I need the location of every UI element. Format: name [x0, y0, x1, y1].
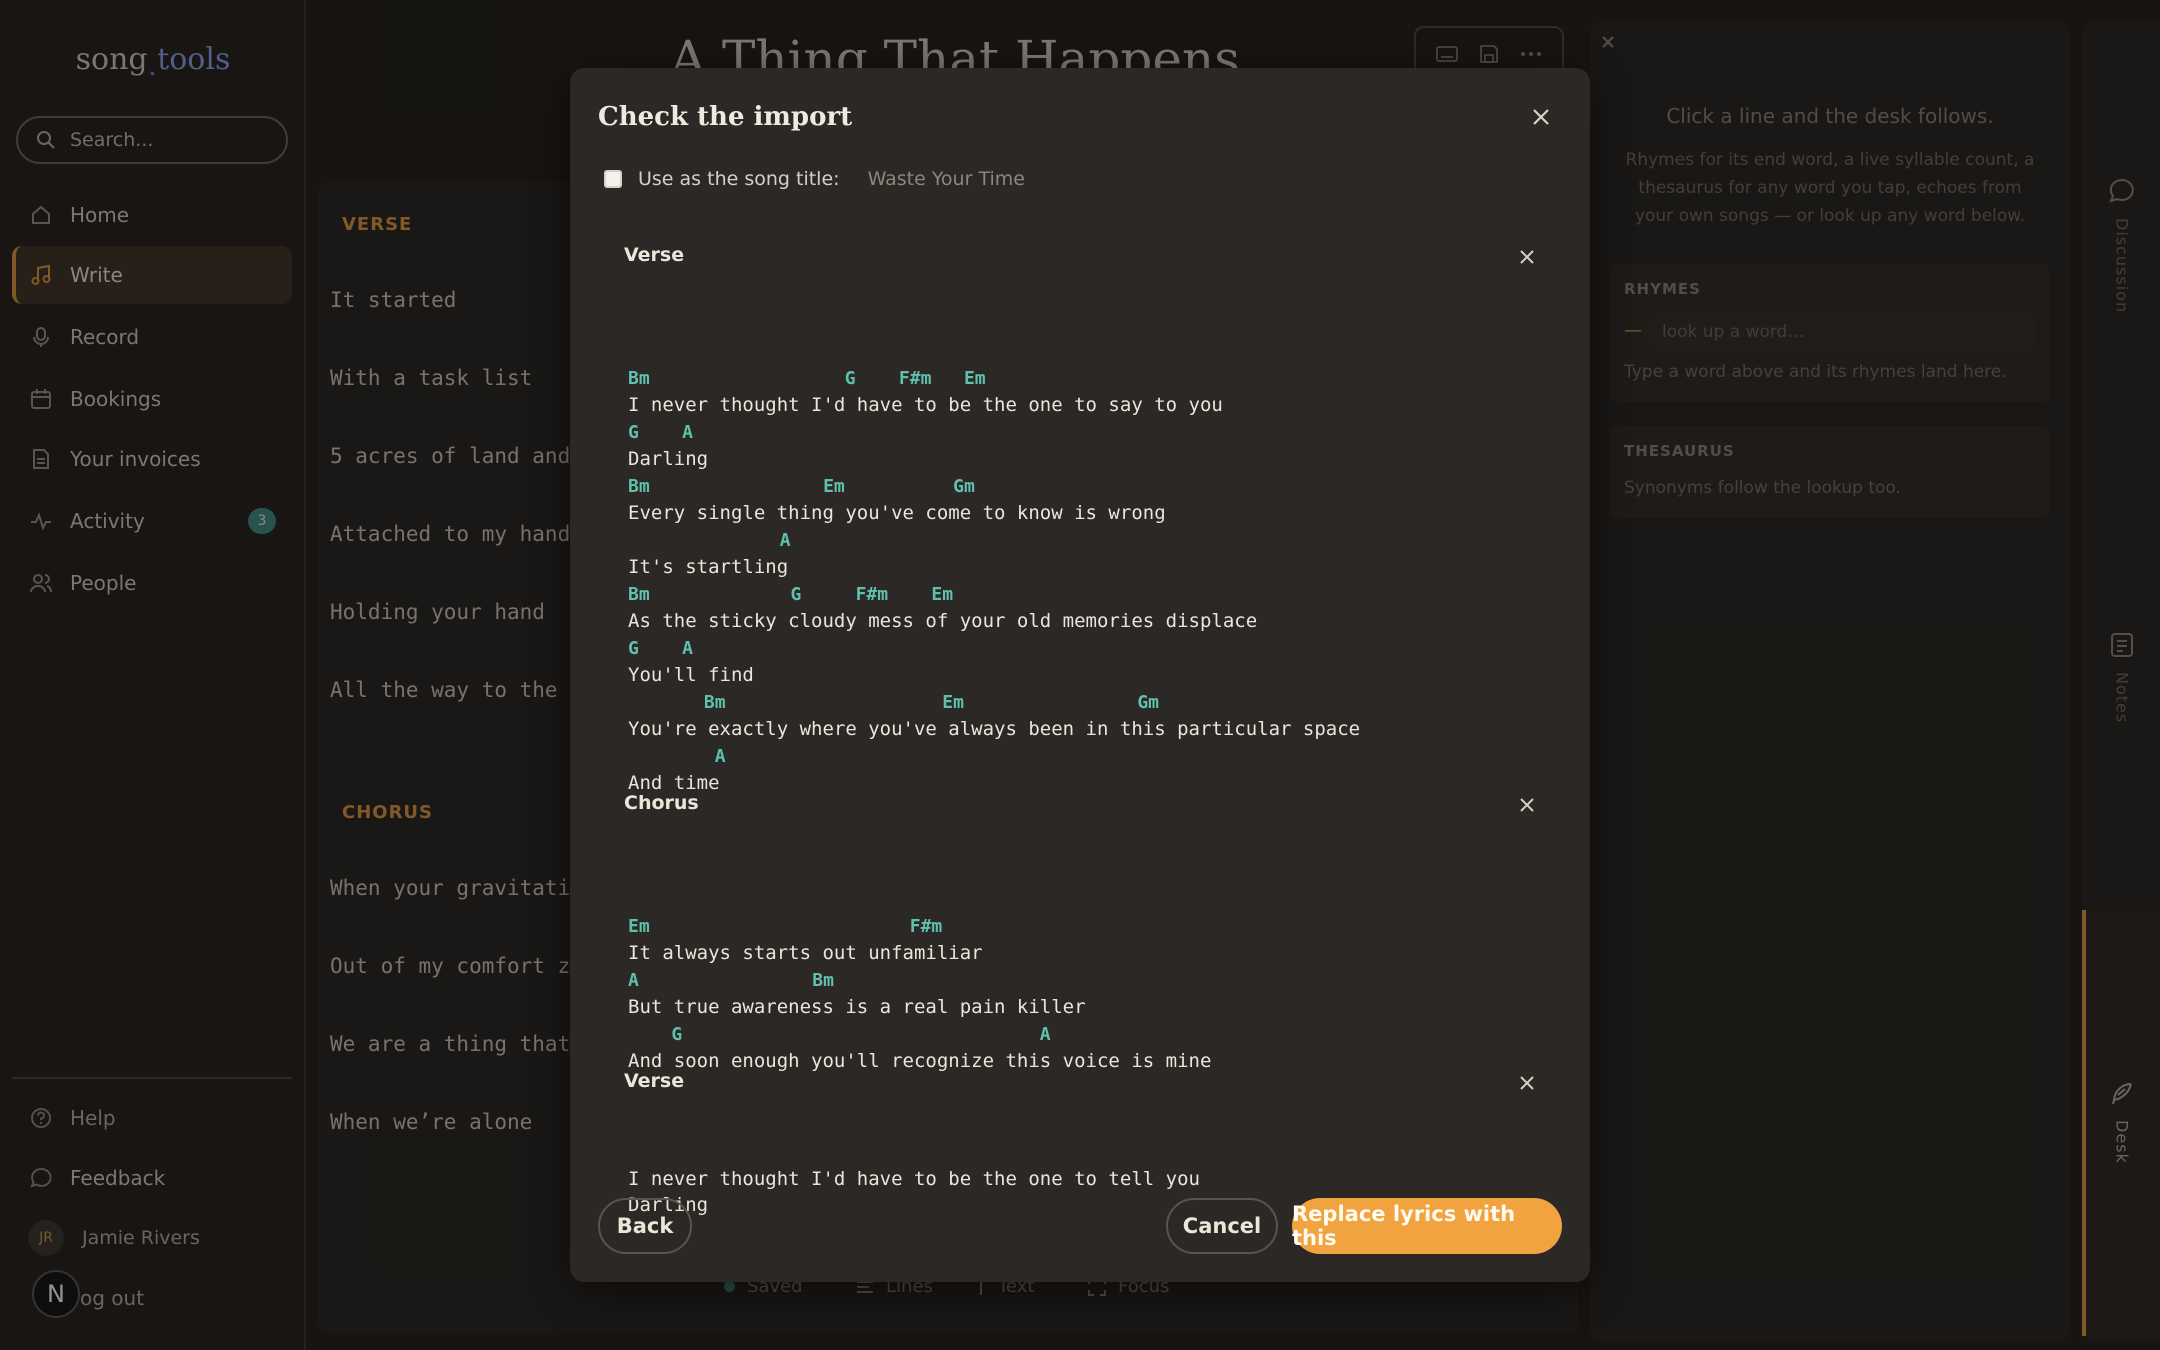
- lyric-line: Darling: [628, 448, 709, 470]
- chord-line: A: [628, 746, 726, 767]
- replace-lyrics-button[interactable]: Replace lyrics with this: [1292, 1198, 1562, 1254]
- lyric-line: You're exactly where you've always been …: [628, 718, 1361, 740]
- cancel-button[interactable]: Cancel: [1166, 1198, 1278, 1254]
- lyric-line: As the sticky cloudy mess of your old me…: [628, 610, 1258, 632]
- chord-line: Bm Em Gm: [628, 476, 975, 497]
- chord-line: G A: [628, 1024, 1051, 1045]
- chord-line: A: [628, 530, 791, 551]
- chord-line: Bm G F#m Em: [628, 584, 954, 605]
- chord-line: Em F#m: [628, 916, 943, 937]
- section-name: Verse: [624, 244, 685, 266]
- remove-section-button[interactable]: [1514, 244, 1540, 270]
- lyric-line: I never thought I'd have to be the one t…: [628, 1168, 1200, 1190]
- dialog-title: Check the import: [598, 102, 853, 132]
- use-title-row: Use as the song title: Waste Your Time: [604, 168, 1025, 190]
- section-header: Verse: [602, 228, 1558, 286]
- close-icon: [1520, 798, 1534, 812]
- chord-line: G A: [628, 422, 694, 443]
- lyric-line: I never thought I'd have to be the one t…: [628, 394, 1223, 416]
- use-title-checkbox[interactable]: [604, 170, 622, 188]
- section-name: Chorus: [624, 792, 699, 814]
- section-header: Chorus: [602, 776, 1558, 834]
- section-name: Verse: [624, 1070, 685, 1092]
- dialog-close-button[interactable]: [1526, 102, 1556, 132]
- chord-line: G A: [628, 638, 694, 659]
- close-icon: [1533, 109, 1549, 125]
- remove-section-button[interactable]: [1514, 792, 1540, 818]
- section-header: Verse: [602, 1054, 1558, 1112]
- import-preview[interactable]: Verse Bm G F#m Em I never thought I'd ha…: [590, 228, 1570, 1244]
- lyric-line: Every single thing you've come to know i…: [628, 502, 1166, 524]
- lyric-line: You'll find: [628, 664, 754, 686]
- chord-line: Bm Em Gm: [628, 692, 1160, 713]
- lyric-line: It always starts out unfamiliar: [628, 942, 983, 964]
- chord-line: Bm G F#m Em: [628, 368, 986, 389]
- chord-line: A Bm: [628, 970, 834, 991]
- song-title-value: Waste Your Time: [867, 168, 1025, 190]
- lyric-line: It's startling: [628, 556, 789, 578]
- remove-section-button[interactable]: [1514, 1070, 1540, 1096]
- close-icon: [1520, 1076, 1534, 1090]
- back-button[interactable]: Back: [598, 1198, 692, 1254]
- lyric-line: But true awareness is a real pain killer: [628, 996, 1086, 1018]
- use-title-label: Use as the song title:: [638, 168, 840, 190]
- close-icon: [1520, 250, 1534, 264]
- import-dialog: Check the import Use as the song title: …: [570, 68, 1590, 1282]
